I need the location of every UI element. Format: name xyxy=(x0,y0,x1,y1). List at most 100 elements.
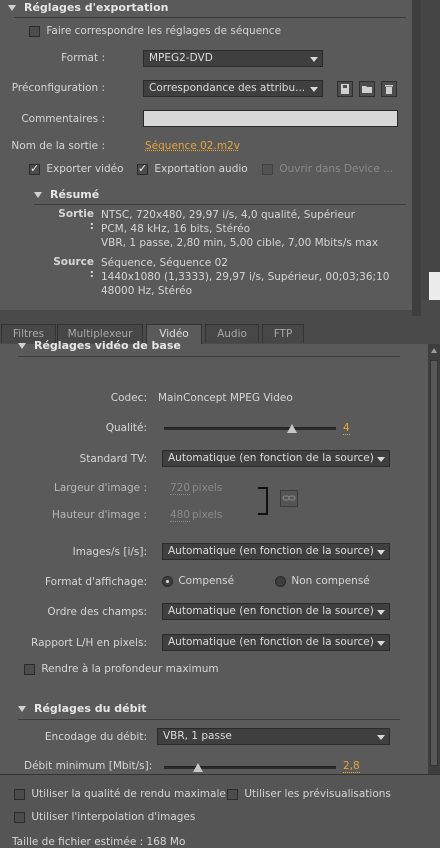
scroll-up-icon[interactable] xyxy=(431,348,437,353)
summary-output-line: PCM, 48 kHz, 16 bits, Stéréo xyxy=(101,223,251,235)
width-label: Largeur d'image : xyxy=(54,482,147,494)
match-sequence-label: Faire correspondre les réglages de séque… xyxy=(46,25,282,37)
codec-label: Codec: xyxy=(110,392,147,404)
export-settings-panel: Réglages d'exportation Faire correspondr… xyxy=(0,0,412,310)
collapse-triangle-icon[interactable] xyxy=(8,5,16,11)
summary-title: Résumé xyxy=(50,188,100,201)
summary-output-line: VBR, 1 passe, 2,80 min, 5,00 cible, 7,00… xyxy=(101,237,379,249)
save-preset-button[interactable] xyxy=(337,81,353,97)
comments-input[interactable] xyxy=(143,110,398,127)
video-basic-header[interactable]: Réglages vidéo de base xyxy=(18,339,181,352)
pixel-ratio-value: Automatique (en fonction de la source) xyxy=(168,636,374,648)
divider xyxy=(18,356,400,357)
frame-interp-checkbox[interactable] xyxy=(14,811,25,823)
not-compensated-label: Non compensé xyxy=(291,575,370,587)
width-unit: pixels xyxy=(192,482,223,494)
top-scrollbar[interactable] xyxy=(412,0,421,316)
window-edge-highlight xyxy=(429,272,440,300)
open-device-checkbox xyxy=(262,163,273,175)
field-order-dropdown[interactable]: Automatique (en fonction de la source) xyxy=(162,603,390,620)
format-dropdown[interactable]: MPEG2-DVD xyxy=(143,50,323,67)
trash-icon xyxy=(385,85,393,94)
summary-output-line: NTSC, 720x480, 29,97 i/s, 4,0 qualité, S… xyxy=(101,209,355,221)
chevron-down-icon xyxy=(377,610,385,615)
open-device-row: Ouvrir dans Device ... xyxy=(262,163,393,175)
quality-value[interactable]: 4 xyxy=(343,422,350,435)
pixel-ratio-label: Rapport L/H en pixels: xyxy=(31,637,147,649)
export-audio-row[interactable]: Exportation audio xyxy=(137,162,248,175)
chevron-down-icon xyxy=(377,641,385,646)
chevron-down-icon xyxy=(377,550,385,555)
field-order-value: Automatique (en fonction de la source) xyxy=(168,605,374,617)
bitrate-encoding-dropdown[interactable]: VBR, 1 passe xyxy=(157,728,390,745)
max-quality-row[interactable]: Utiliser la qualité de rendu maximale xyxy=(14,788,226,800)
comments-label: Commentaires : xyxy=(21,113,105,125)
format-value: MPEG2-DVD xyxy=(149,52,213,64)
max-depth-row[interactable]: Rendre à la profondeur maximum xyxy=(24,663,219,675)
width-value: 720 xyxy=(170,482,191,495)
fps-label: Images/s [i/s]: xyxy=(72,546,147,558)
chevron-down-icon xyxy=(377,735,385,740)
export-settings-title: Réglages d'exportation xyxy=(24,1,169,14)
bitrate-encoding-value: VBR, 1 passe xyxy=(163,730,232,742)
divider xyxy=(18,719,400,720)
pixel-ratio-dropdown[interactable]: Automatique (en fonction de la source) xyxy=(162,634,390,651)
max-quality-checkbox[interactable] xyxy=(14,788,25,800)
codec-value: MainConcept MPEG Video xyxy=(158,392,293,404)
use-previews-row[interactable]: Utiliser les prévisualisations xyxy=(227,788,391,800)
save-icon xyxy=(341,84,349,94)
divider xyxy=(14,17,406,18)
collapse-triangle-icon[interactable] xyxy=(18,343,26,349)
height-unit: pixels xyxy=(192,509,223,521)
use-previews-label: Utiliser les prévisualisations xyxy=(244,788,391,800)
match-sequence-row[interactable]: Faire correspondre les réglages de séque… xyxy=(29,25,281,37)
collapse-triangle-icon[interactable] xyxy=(34,192,42,198)
tab-audio[interactable]: Audio xyxy=(205,324,259,343)
match-sequence-checkbox[interactable] xyxy=(29,25,40,37)
bitrate-header[interactable]: Réglages du débit xyxy=(18,702,146,715)
format-label: Format : xyxy=(61,52,105,64)
export-video-row[interactable]: Exporter vidéo xyxy=(29,162,124,175)
not-compensated-option[interactable]: Non compensé xyxy=(275,575,370,587)
field-order-label: Ordre des champs: xyxy=(47,606,147,618)
video-settings-panel: Réglages vidéo de base Codec: MainConcep… xyxy=(0,339,428,774)
fps-dropdown[interactable]: Automatique (en fonction de la source) xyxy=(162,543,390,560)
quality-label: Qualité: xyxy=(105,422,147,434)
display-format-label: Format d'affichage: xyxy=(44,576,147,588)
summary-header[interactable]: Résumé xyxy=(34,188,99,201)
export-settings-header[interactable]: Réglages d'exportation xyxy=(8,1,168,14)
not-compensated-radio[interactable] xyxy=(275,575,286,587)
chevron-down-icon xyxy=(310,87,318,92)
quality-slider[interactable] xyxy=(164,427,336,430)
quality-slider-thumb[interactable] xyxy=(287,424,297,433)
min-bitrate-slider-thumb[interactable] xyxy=(193,763,204,772)
window-edge xyxy=(421,0,440,300)
folder-icon xyxy=(362,86,372,93)
video-panel-scrollbar[interactable] xyxy=(428,344,440,774)
tv-standard-dropdown[interactable]: Automatique (en fonction de la source) xyxy=(162,450,390,467)
import-preset-button[interactable] xyxy=(359,81,375,97)
export-video-checkbox[interactable] xyxy=(29,162,40,175)
output-name-link[interactable]: Séquence 02.m2v xyxy=(145,140,240,152)
compensated-label: Compensé xyxy=(178,575,235,587)
summary-source-line: Séquence, Séquence 02 xyxy=(101,257,228,269)
export-audio-checkbox[interactable] xyxy=(137,162,148,175)
tab-ftp[interactable]: FTP xyxy=(262,324,304,343)
fps-value: Automatique (en fonction de la source) xyxy=(168,545,374,557)
delete-preset-button[interactable] xyxy=(381,81,397,97)
min-bitrate-slider[interactable] xyxy=(164,766,336,769)
scrollbar-thumb[interactable] xyxy=(430,360,438,766)
compensated-radio[interactable] xyxy=(162,575,173,587)
tv-standard-value: Automatique (en fonction de la source) xyxy=(168,452,374,464)
link-dimensions-button xyxy=(280,490,298,507)
use-previews-checkbox[interactable] xyxy=(227,788,238,800)
collapse-triangle-icon[interactable] xyxy=(18,706,26,712)
preset-dropdown[interactable]: Correspondance des attribu... xyxy=(143,80,323,97)
compensated-option[interactable]: Compensé xyxy=(162,575,234,587)
output-name-label: Nom de la sortie : xyxy=(11,140,105,152)
height-value: 480 xyxy=(170,509,191,522)
max-depth-checkbox[interactable] xyxy=(24,663,35,675)
min-bitrate-value[interactable]: 2,8 xyxy=(343,760,360,773)
frame-interp-row[interactable]: Utiliser l'interpolation d'images xyxy=(14,811,195,823)
tv-standard-label: Standard TV: xyxy=(79,453,147,465)
